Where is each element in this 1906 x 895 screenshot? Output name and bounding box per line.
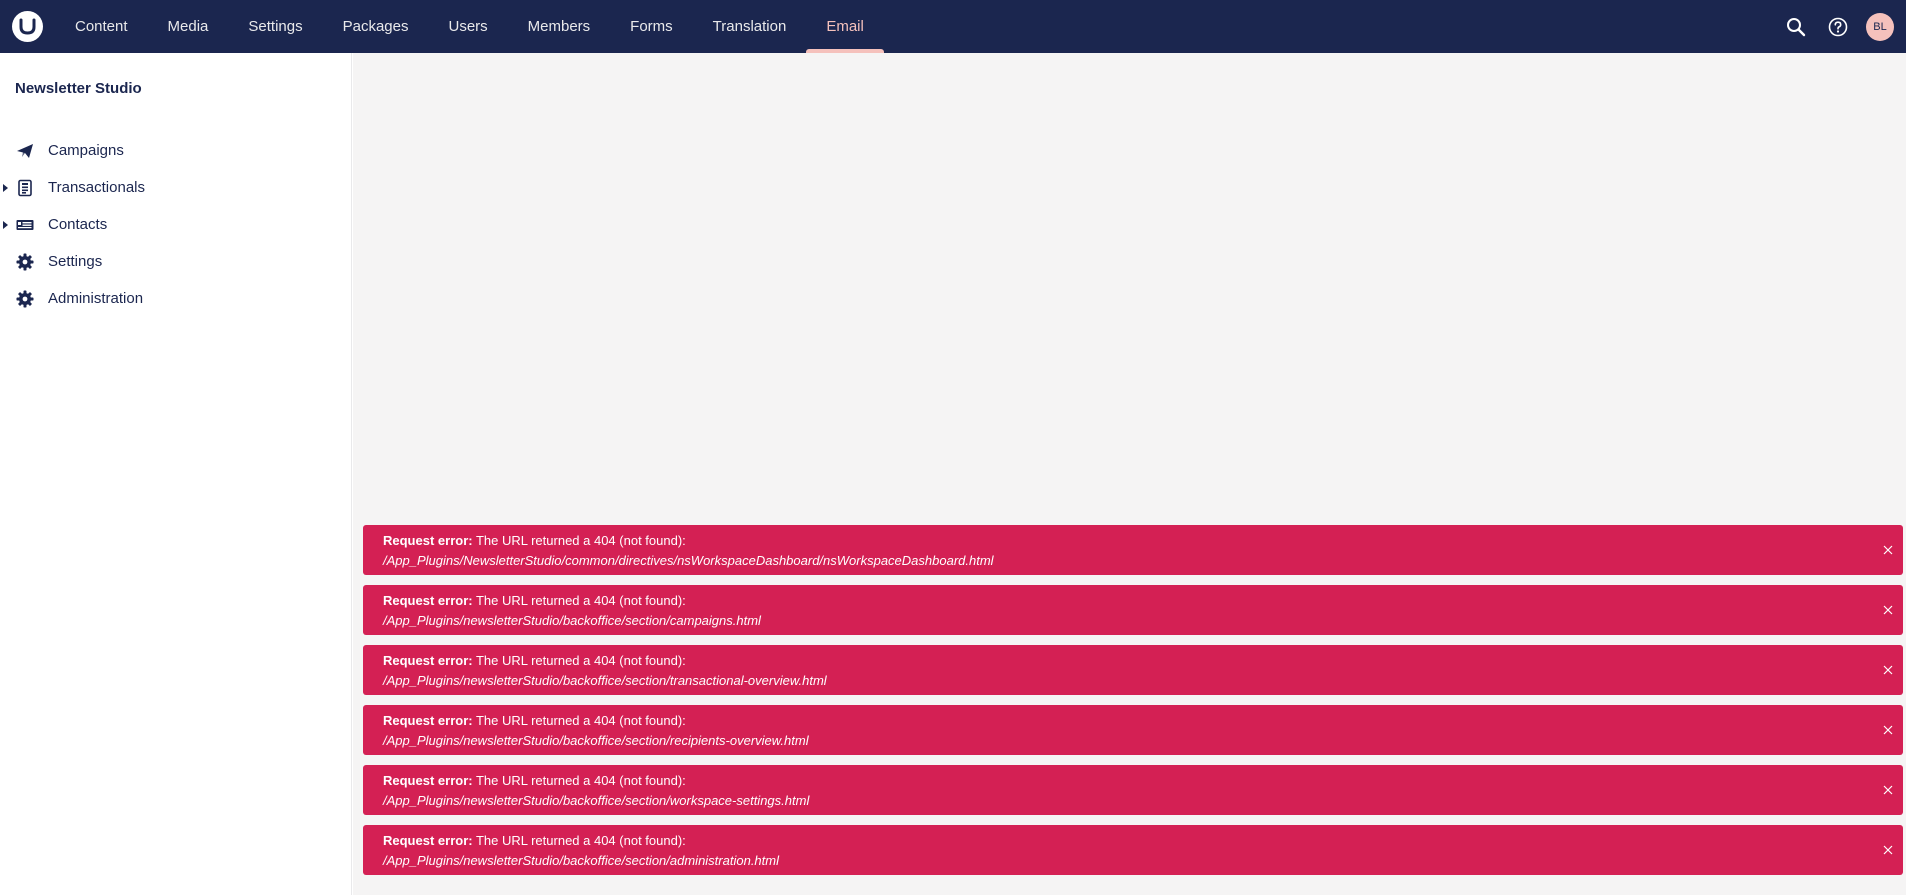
tree-item-administration[interactable]: Administration (0, 280, 352, 317)
error-notification: Request error: The URL returned a 404 (n… (363, 705, 1903, 755)
error-notification: Request error: The URL returned a 404 (n… (363, 525, 1903, 575)
expand-caret-icon[interactable] (3, 183, 8, 192)
tree-item-campaigns[interactable]: Campaigns (0, 132, 352, 169)
nav-item-members[interactable]: Members (508, 0, 611, 53)
close-icon[interactable] (1881, 663, 1895, 677)
nav-item-packages[interactable]: Packages (323, 0, 429, 53)
gear-icon (16, 253, 34, 271)
notification-message: The URL returned a 404 (not found): (472, 653, 686, 668)
help-icon[interactable] (1824, 13, 1852, 41)
main-content: Request error: The URL returned a 404 (n… (353, 53, 1906, 895)
close-icon[interactable] (1881, 783, 1895, 797)
receipt-icon (16, 179, 34, 197)
contact-card-icon (16, 216, 34, 234)
error-notification: Request error: The URL returned a 404 (n… (363, 645, 1903, 695)
nav-item-content[interactable]: Content (55, 0, 148, 53)
notification-prefix: Request error: (383, 653, 473, 668)
close-icon[interactable] (1881, 723, 1895, 737)
avatar[interactable]: BL (1866, 12, 1894, 41)
tree-item-label: Campaigns (48, 142, 124, 159)
notification-path: /App_Plugins/newsletterStudio/backoffice… (383, 733, 809, 748)
notification-stack: Request error: The URL returned a 404 (n… (363, 525, 1903, 885)
notification-prefix: Request error: (383, 833, 473, 848)
search-icon[interactable] (1782, 13, 1810, 41)
umbraco-logo-icon[interactable] (12, 11, 43, 42)
sidebar-title: Newsletter Studio (15, 80, 142, 97)
nav-item-media[interactable]: Media (148, 0, 229, 53)
tree-item-label: Settings (48, 253, 103, 270)
notification-path: /App_Plugins/newsletterStudio/backoffice… (383, 613, 761, 628)
tree-item-settings[interactable]: Settings (0, 243, 352, 280)
notification-prefix: Request error: (383, 533, 473, 548)
notification-path: /App_Plugins/newsletterStudio/backoffice… (383, 793, 810, 808)
nav-item-settings[interactable]: Settings (228, 0, 322, 53)
close-icon[interactable] (1881, 543, 1895, 557)
section-tree: Campaigns Transactionals Contacts Settin… (0, 132, 352, 317)
notification-message: The URL returned a 404 (not found): (472, 833, 686, 848)
top-bar: Content Media Settings Packages Users Me… (0, 0, 1906, 53)
tree-item-label: Contacts (48, 216, 108, 233)
error-notification: Request error: The URL returned a 404 (n… (363, 765, 1903, 815)
nav-item-email[interactable]: Email (806, 0, 884, 53)
notification-prefix: Request error: (383, 593, 473, 608)
notification-message: The URL returned a 404 (not found): (472, 593, 686, 608)
paper-plane-icon (16, 142, 34, 160)
close-icon[interactable] (1881, 843, 1895, 857)
tree-item-label: Administration (48, 290, 144, 307)
notification-prefix: Request error: (383, 773, 473, 788)
error-notification: Request error: The URL returned a 404 (n… (363, 825, 1903, 875)
close-icon[interactable] (1881, 603, 1895, 617)
tree-item-transactionals[interactable]: Transactionals (0, 169, 352, 206)
nav-item-users[interactable]: Users (428, 0, 507, 53)
notification-path: /App_Plugins/newsletterStudio/backoffice… (383, 853, 779, 868)
sidebar: Newsletter Studio Campaigns Transactiona… (0, 53, 352, 895)
notification-message: The URL returned a 404 (not found): (472, 533, 686, 548)
main-nav: Content Media Settings Packages Users Me… (55, 0, 884, 53)
notification-message: The URL returned a 404 (not found): (472, 773, 686, 788)
error-notification: Request error: The URL returned a 404 (n… (363, 585, 1903, 635)
notification-path: /App_Plugins/newsletterStudio/backoffice… (383, 673, 827, 688)
notification-path: /App_Plugins/NewsletterStudio/common/dir… (383, 553, 994, 568)
tree-item-contacts[interactable]: Contacts (0, 206, 352, 243)
nav-item-forms[interactable]: Forms (610, 0, 693, 53)
expand-caret-icon[interactable] (3, 220, 8, 229)
gear-icon (16, 290, 34, 308)
tree-item-label: Transactionals (48, 179, 145, 196)
notification-prefix: Request error: (383, 713, 473, 728)
nav-item-translation[interactable]: Translation (693, 0, 807, 53)
notification-message: The URL returned a 404 (not found): (472, 713, 686, 728)
